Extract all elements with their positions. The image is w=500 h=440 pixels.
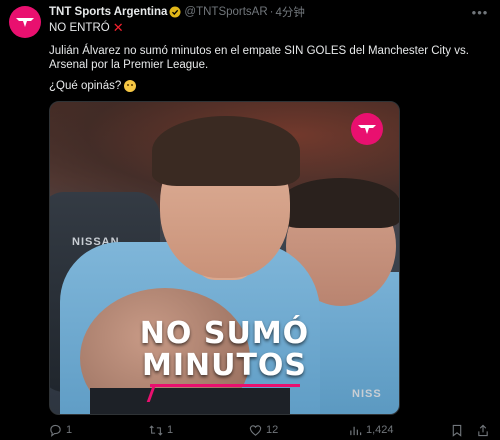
overlay-headline-1: NO SUMÓ	[139, 316, 310, 351]
share-button[interactable]	[477, 424, 489, 437]
bookmark-icon	[452, 424, 462, 437]
tweet-card[interactable]: TNT Sports Argentina @TNTSportsAR · 4分钟 …	[0, 0, 500, 440]
like-count: 12	[266, 424, 279, 436]
tweet-first-line: NO ENTRÓ ✕	[49, 20, 124, 36]
line1-text: NO ENTRÓ	[49, 22, 110, 34]
reply-button[interactable]: 1	[49, 424, 72, 437]
player-main-hair	[152, 116, 300, 186]
avatar[interactable]	[9, 6, 41, 38]
retweet-button[interactable]: 1	[149, 424, 173, 437]
foreground-shoulder	[90, 388, 290, 414]
tnt-watermark-icon	[351, 113, 383, 145]
overlay-accent-line	[150, 384, 300, 387]
share-icon	[478, 424, 488, 436]
more-options-icon[interactable]: •••	[470, 4, 490, 20]
timestamp[interactable]: 4分钟	[276, 4, 305, 20]
tweet-actions: 1 1 12 1,424	[49, 423, 489, 437]
reply-count: 1	[66, 424, 73, 436]
handle[interactable]: @TNTSportsAR	[184, 6, 267, 18]
bookmark-button[interactable]	[451, 424, 463, 437]
tweet-media-image[interactable]: NISSAN NISS NO SUMÓ MINUTOS	[49, 101, 400, 415]
verified-badge-icon	[169, 6, 181, 18]
views-chart-icon	[350, 426, 362, 435]
retweet-count: 1	[167, 424, 174, 436]
views-button[interactable]: 1,424	[349, 424, 394, 437]
like-button[interactable]: 12	[249, 424, 278, 437]
views-count: 1,424	[366, 424, 394, 436]
player-right-hair	[280, 178, 399, 228]
tweet-question: ¿Qué opinás?	[49, 80, 137, 92]
overlay-headline-2: MINUTOS	[141, 348, 308, 383]
tweet-body: Julián Álvarez no sumó minutos en el emp…	[49, 45, 469, 71]
display-name[interactable]: TNT Sports Argentina	[49, 6, 167, 18]
heart-icon	[249, 424, 262, 436]
tweet-header: TNT Sports Argentina @TNTSportsAR · 4分钟	[49, 5, 305, 19]
thinking-face-icon	[124, 80, 137, 92]
cross-mark-icon: ✕	[112, 20, 124, 35]
separator: ·	[269, 6, 274, 18]
question-text: ¿Qué opinás?	[49, 80, 122, 92]
sponsor-logo-right: NISS	[352, 388, 382, 400]
tnt-logo-icon	[16, 18, 34, 27]
retweet-icon	[149, 424, 163, 436]
reply-icon	[50, 424, 61, 437]
